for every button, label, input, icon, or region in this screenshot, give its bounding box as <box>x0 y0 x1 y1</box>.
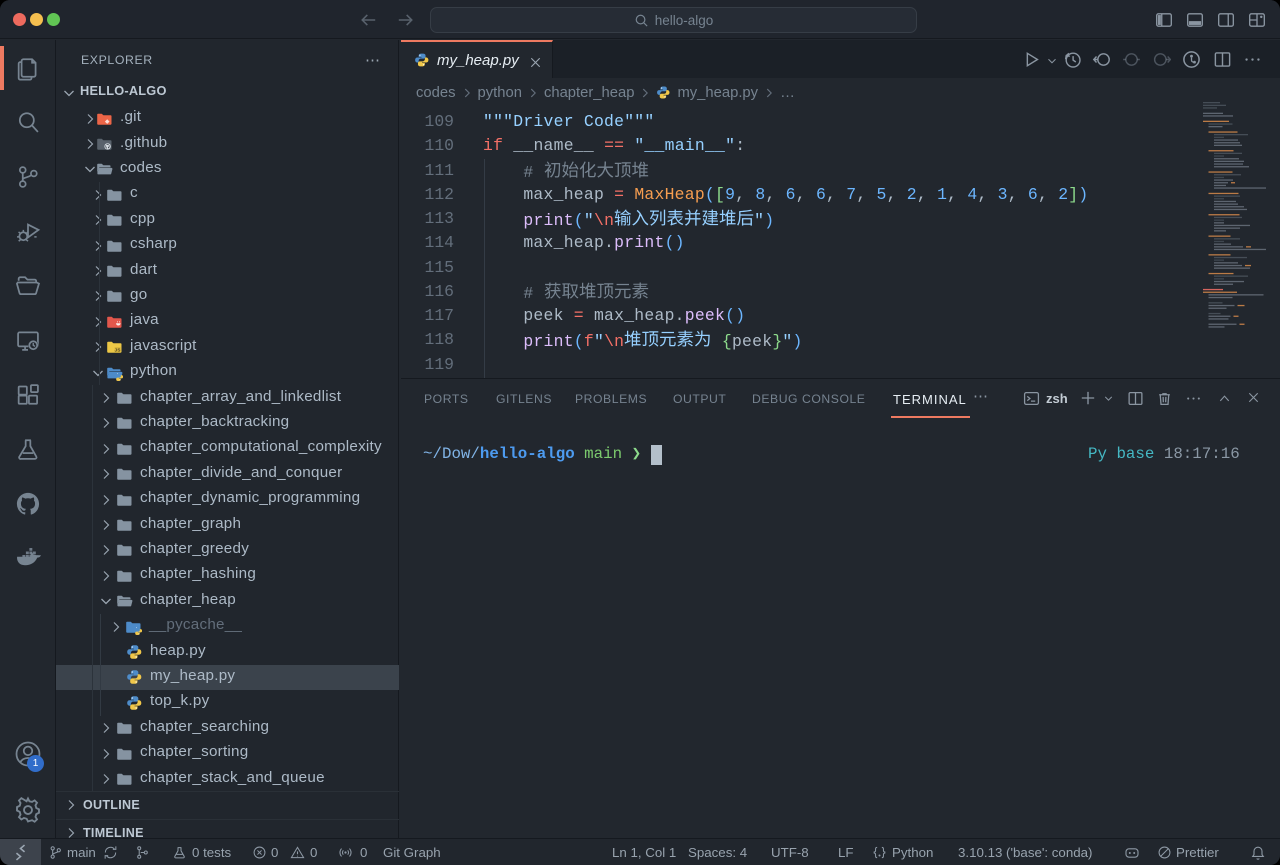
svg-text:JS: JS <box>115 348 121 353</box>
